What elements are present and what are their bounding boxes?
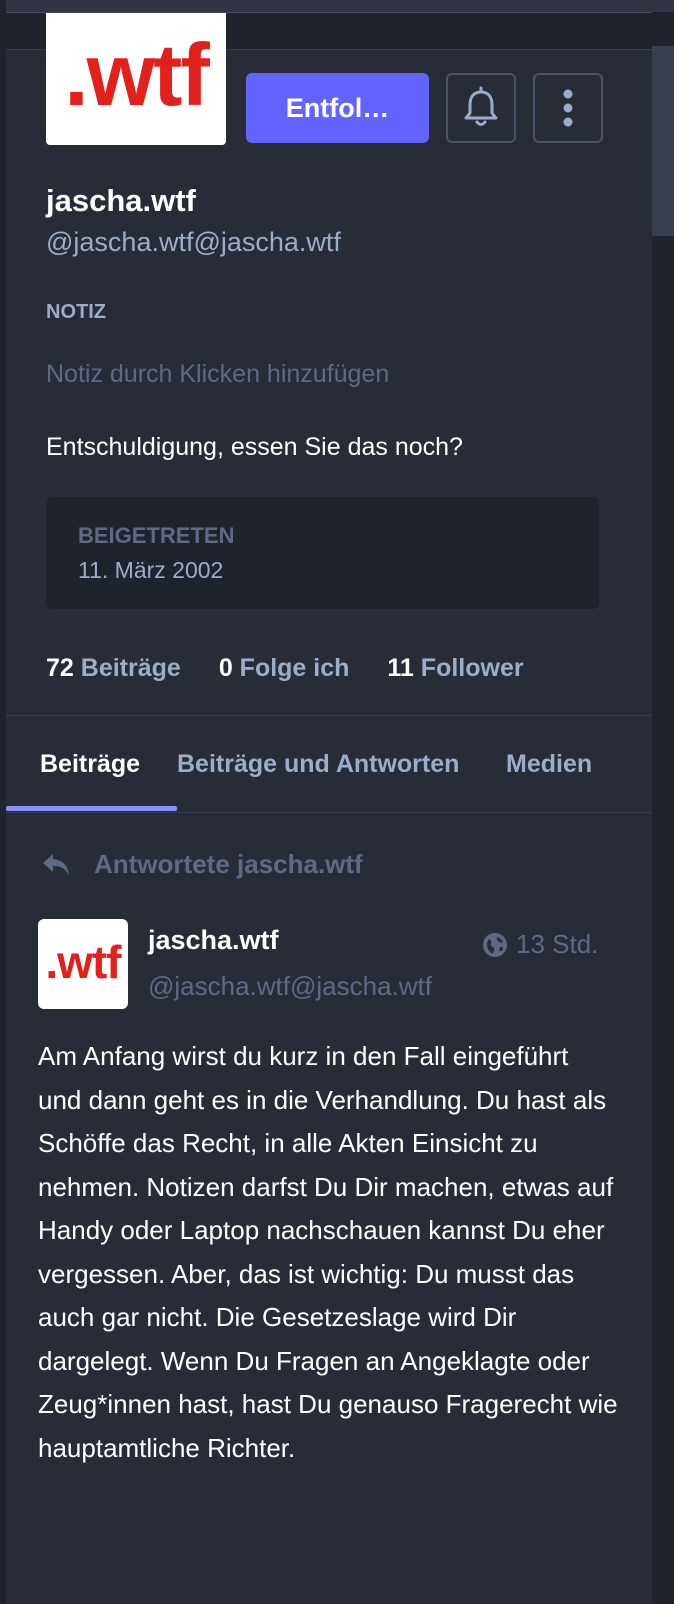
joined-label: BEIGETRETEN xyxy=(78,523,235,548)
tab-posts-and-replies[interactable]: Beiträge und Antworten xyxy=(177,750,459,779)
notify-button[interactable] xyxy=(446,73,516,143)
reply-indicator[interactable]: Antwortete jascha.wtf xyxy=(40,849,363,880)
bell-icon xyxy=(464,86,498,126)
globe-icon xyxy=(483,932,507,957)
stat-followers[interactable]: 11 Follower xyxy=(387,654,523,683)
note-label: NOTIZ xyxy=(46,301,106,323)
scrollbar-thumb[interactable] xyxy=(652,46,674,236)
profile-bio: Entschuldigung, essen Sie das noch? xyxy=(46,433,463,461)
tab-media[interactable]: Medien xyxy=(506,750,592,779)
reply-icon xyxy=(43,853,69,875)
post-content: Am Anfang wirst du kurz in den Fall eing… xyxy=(38,1041,618,1463)
post-author-name[interactable]: jascha.wtf xyxy=(148,925,279,956)
joined-date: 11. März 2002 xyxy=(78,557,224,583)
scrollbar-track[interactable] xyxy=(652,12,674,1604)
stat-followers-count: 11 xyxy=(387,654,414,682)
note-input[interactable]: Notiz durch Klicken hinzufügen xyxy=(46,360,389,389)
profile-avatar[interactable]: .wtf xyxy=(46,13,226,145)
stat-posts-count: 72 xyxy=(46,654,74,682)
post-author-avatar[interactable]: .wtf xyxy=(38,919,128,1009)
profile-display-name: jascha.wtf xyxy=(46,183,196,218)
avatar-logo-text: .wtf xyxy=(64,25,210,124)
stat-posts[interactable]: 72 Beiträge xyxy=(46,654,181,683)
reply-label: Antwortete jascha.wtf xyxy=(94,849,363,879)
post-timestamp[interactable]: 13 Std. xyxy=(482,929,598,960)
more-vertical-icon xyxy=(563,89,573,127)
profile-column: .wtf Entfol… jascha.wtf @jascha.wtf@jasc… xyxy=(6,13,652,1604)
joined-field: BEIGETRETEN 11. März 2002 xyxy=(46,497,599,609)
more-options-button[interactable] xyxy=(533,73,603,143)
active-tab-indicator xyxy=(6,806,177,811)
post-time-text: 13 Std. xyxy=(516,929,599,959)
stat-following-label: Folge ich xyxy=(239,654,350,682)
unfollow-button[interactable]: Entfol… xyxy=(246,73,429,143)
stat-posts-label: Beiträge xyxy=(80,654,181,682)
window-top-bar xyxy=(0,0,674,13)
post-author-account[interactable]: @jascha.wtf@jascha.wtf xyxy=(148,971,458,1002)
avatar-logo-text: .wtf xyxy=(45,936,121,988)
profile-account-handle: @jascha.wtf@jascha.wtf xyxy=(46,227,341,257)
tab-posts[interactable]: Beiträge xyxy=(40,750,140,779)
profile-tabs: Beiträge Beiträge und Antworten Medien xyxy=(6,716,652,812)
profile-stats: 72 Beiträge 0 Folge ich 11 Follower xyxy=(46,654,524,683)
divider xyxy=(6,812,652,813)
stat-followers-label: Follower xyxy=(420,654,524,682)
stat-following-count: 0 xyxy=(218,654,233,682)
stat-following[interactable]: 0 Folge ich xyxy=(219,654,350,683)
